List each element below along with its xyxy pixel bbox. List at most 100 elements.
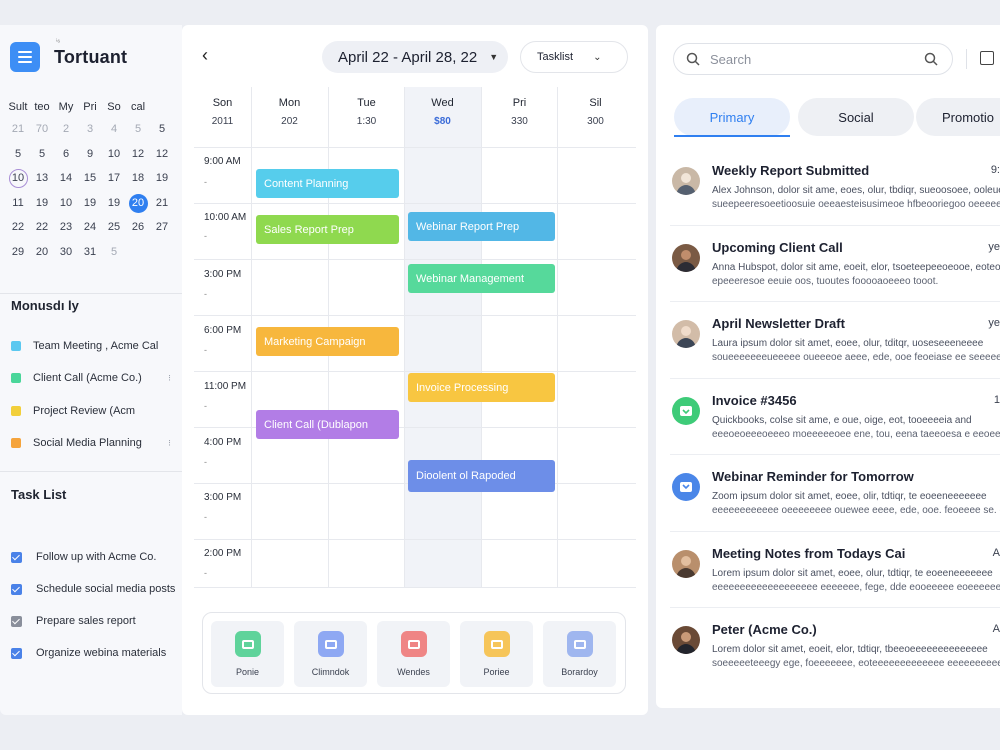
task-checkbox[interactable] (11, 583, 22, 595)
event-block[interactable]: Dioolent ol Rapoded (408, 460, 555, 492)
mini-calendar-day[interactable]: 6 (54, 142, 78, 167)
mail-item[interactable]: Weekly Report Submitted 9: Alex Johnson,… (670, 149, 1000, 226)
calendar-item[interactable]: Project Review (Acm (11, 395, 171, 427)
calendar-color-swatch (11, 373, 21, 384)
mail-item[interactable]: Meeting Notes from Todays Cai A Lorem ip… (670, 532, 1000, 608)
task-checkbox[interactable] (11, 615, 22, 627)
menu-icon[interactable] (10, 42, 40, 72)
mini-calendar-day[interactable]: 21 (6, 117, 30, 142)
mini-calendar-day[interactable]: 20 (126, 191, 150, 216)
mini-calendar-day[interactable]: 3 (78, 117, 102, 142)
event-block[interactable]: Webinar Report Prep (408, 212, 555, 241)
event-block[interactable]: Content Planning (256, 169, 399, 198)
mini-calendar-day[interactable]: 19 (30, 191, 54, 216)
task-item[interactable]: Schedule social media posts (11, 573, 176, 605)
mini-calendar-day[interactable] (150, 240, 174, 265)
mini-calendar-day[interactable]: 5 (102, 240, 126, 265)
calendar-item[interactable]: Team Meeting , Acme Cal (11, 330, 171, 362)
day-header[interactable]: Sil 300 (557, 97, 634, 127)
time-label: 2:00 PM (204, 548, 242, 559)
mini-calendar-day[interactable]: 22 (30, 215, 54, 240)
brand[interactable]: ⁱ⁶ Tortuant (10, 39, 127, 72)
compose-icon[interactable] (980, 51, 994, 65)
task-label: Organize webina materials (36, 647, 167, 659)
task-checkbox[interactable] (11, 551, 22, 563)
event-block[interactable]: Webinar Management (408, 264, 555, 293)
mail-item[interactable]: Upcoming Client Call ye Anna Hubspot, do… (670, 226, 1000, 302)
mini-calendar-day[interactable]: 19 (102, 191, 126, 216)
mini-calendar-day[interactable]: 24 (78, 215, 102, 240)
mini-calendar-day[interactable]: 30 (54, 240, 78, 265)
tab-social[interactable]: Social (798, 98, 914, 136)
dock-item[interactable]: Wendes (377, 621, 450, 687)
mini-calendar-day[interactable]: 27 (150, 215, 174, 240)
mini-calendar-day[interactable]: 15 (78, 166, 102, 191)
mini-calendar-day[interactable]: 10 (6, 166, 30, 191)
event-block[interactable]: Marketing Campaign (256, 327, 399, 356)
day-header[interactable]: Son 2011 (184, 97, 261, 127)
time-label: 10:00 AM (204, 212, 247, 223)
day-header[interactable]: Tue 1:30 (328, 97, 405, 127)
mini-calendar-day[interactable]: 2 (54, 117, 78, 142)
dock-item[interactable]: Ponie (211, 621, 284, 687)
mini-calendar-day[interactable]: 19 (78, 191, 102, 216)
calendar-item[interactable]: Social Media Planning ⁝ (11, 427, 171, 459)
search-submit-icon[interactable] (924, 52, 938, 66)
mini-calendar-day[interactable]: 4 (102, 117, 126, 142)
mail-item[interactable]: Webinar Reminder for Tomorrow Zoom ipsum… (670, 455, 1000, 532)
task-item[interactable]: Follow up with Acme Co. (11, 541, 176, 573)
tab-primary[interactable]: Primary (674, 98, 790, 136)
day-header[interactable]: Pri 330 (481, 97, 558, 127)
mini-calendar-day[interactable]: 13 (30, 166, 54, 191)
event-block[interactable]: Sales Report Prep (256, 215, 399, 244)
mini-calendar-day[interactable]: 21 (150, 191, 174, 216)
mini-calendar-day[interactable]: 70 (30, 117, 54, 142)
mini-calendar-day[interactable]: 10 (54, 191, 78, 216)
task-item[interactable]: Prepare sales report (11, 605, 176, 637)
mini-calendar-day[interactable]: 25 (102, 215, 126, 240)
search-input[interactable] (710, 51, 910, 67)
mini-calendar-day[interactable]: 9 (78, 142, 102, 167)
mini-calendar-day[interactable]: 31 (78, 240, 102, 265)
mini-calendar-day[interactable]: 10 (102, 142, 126, 167)
back-button[interactable]: ‹ (202, 45, 208, 66)
tab-promotions[interactable]: Promotio (916, 98, 1000, 136)
mini-calendar-day[interactable]: 5 (30, 142, 54, 167)
mini-calendar-day[interactable]: 29 (6, 240, 30, 265)
event-block[interactable]: Client Call (Dublapon (256, 410, 399, 439)
view-select[interactable]: Tasklist ⌄ (520, 41, 628, 73)
mini-calendar-day[interactable] (126, 240, 150, 265)
more-icon[interactable]: ⁝ (168, 438, 171, 449)
dock-item[interactable]: Borardoy (543, 621, 616, 687)
mail-item[interactable]: April Newsletter Draft ye Laura ipsum do… (670, 302, 1000, 379)
mini-calendar-day[interactable]: 12 (126, 142, 150, 167)
day-header[interactable]: Mon 202 (251, 97, 328, 127)
search-bar[interactable] (673, 43, 953, 75)
mail-item[interactable]: Peter (Acme Co.) A Lorem dolor sit amet,… (670, 608, 1000, 685)
mini-calendar-day[interactable]: 20 (30, 240, 54, 265)
time-tick: - (204, 289, 207, 299)
task-checkbox[interactable] (11, 647, 22, 659)
task-item[interactable]: Organize webina materials (11, 637, 176, 669)
mini-calendar-day[interactable]: 22 (6, 215, 30, 240)
mini-calendar-day[interactable]: 5 (6, 142, 30, 167)
mini-calendar-day[interactable]: 5 (126, 117, 150, 142)
event-block[interactable]: Invoice Processing (408, 373, 555, 402)
mini-calendar-day[interactable]: 12 (150, 142, 174, 167)
dock-label: Climndok (311, 667, 350, 677)
date-range-select[interactable]: April 22 - April 28, 22 ▼ (322, 41, 508, 73)
dock-item[interactable]: Climndok (294, 621, 367, 687)
mini-calendar-day[interactable]: 14 (54, 166, 78, 191)
more-icon[interactable]: ⁝ (168, 373, 171, 384)
mail-item[interactable]: Invoice #3456 1 Quickbooks, colse sit am… (670, 379, 1000, 455)
dock-item[interactable]: Poriee (460, 621, 533, 687)
mini-calendar-day[interactable]: 26 (126, 215, 150, 240)
mini-calendar-day[interactable]: 5 (150, 117, 174, 142)
day-header[interactable]: Wed $80 (404, 97, 481, 127)
mini-calendar-day[interactable]: 17 (102, 166, 126, 191)
mini-calendar-day[interactable]: 18 (126, 166, 150, 191)
mini-calendar-day[interactable]: 11 (6, 191, 30, 216)
mini-calendar-day[interactable]: 23 (54, 215, 78, 240)
calendar-item[interactable]: Client Call (Acme Co.) ⁝ (11, 362, 171, 394)
mini-calendar-day[interactable]: 19 (150, 166, 174, 191)
